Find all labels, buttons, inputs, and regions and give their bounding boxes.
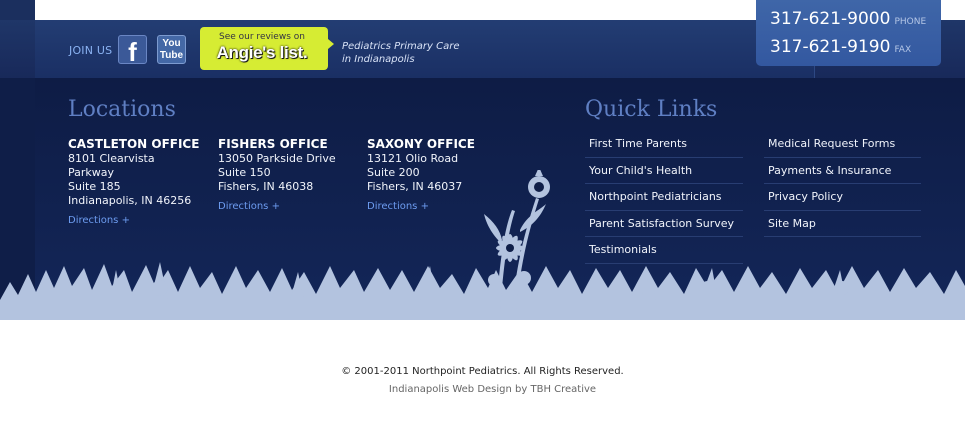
tagline-line2: in Indianapolis [342, 54, 415, 65]
plant-silhouette-illustration [0, 170, 965, 345]
phone-label: PHONE [894, 17, 927, 27]
youtube-icon-line2: Tube [159, 50, 184, 61]
quick-links-heading: Quick Links [585, 97, 718, 122]
office-title: CASTLETON OFFICE [68, 137, 200, 151]
join-us-label: JOIN US [69, 44, 113, 57]
design-credit-link[interactable]: Indianapolis Web Design by TBH Creative [0, 384, 965, 395]
angies-list-logo: Angie's list. [216, 43, 308, 62]
office-address-line: 13050 Parkside Drive [218, 152, 336, 165]
quick-link[interactable]: Medical Request Forms [764, 131, 921, 158]
quick-link[interactable]: First Time Parents [585, 131, 743, 158]
top-left-edge [0, 0, 35, 20]
fax-number: 317-621-9190 [770, 37, 891, 57]
angies-list-caption: See our reviews on [219, 32, 305, 42]
copyright-text: © 2001-2011 Northpoint Pediatrics. All R… [341, 366, 624, 377]
tagline-line1: Pediatrics Primary Care [342, 41, 460, 52]
youtube-icon-line1: You [162, 38, 181, 49]
office-address-line: 8101 Clearvista [68, 152, 155, 165]
fax-label: FAX [894, 45, 912, 55]
fax-row: 317-621-9190 FAX [770, 37, 911, 57]
office-address-line: 13121 Olio Road [367, 152, 459, 165]
youtube-icon[interactable]: You Tube [157, 35, 186, 64]
office-title: SAXONY OFFICE [367, 137, 475, 151]
office-title: FISHERS OFFICE [218, 137, 328, 151]
angies-list-badge[interactable]: See our reviews on Angie's list. [200, 27, 334, 70]
tagline: Pediatrics Primary Care in Indianapolis [342, 40, 460, 66]
phone-row: 317-621-9000 PHONE [770, 9, 926, 29]
facebook-icon[interactable]: f [118, 35, 147, 67]
phone-number: 317-621-9000 [770, 9, 891, 29]
locations-heading: Locations [68, 97, 176, 122]
phone-box: 317-621-9000 PHONE 317-621-9190 FAX [756, 0, 941, 66]
